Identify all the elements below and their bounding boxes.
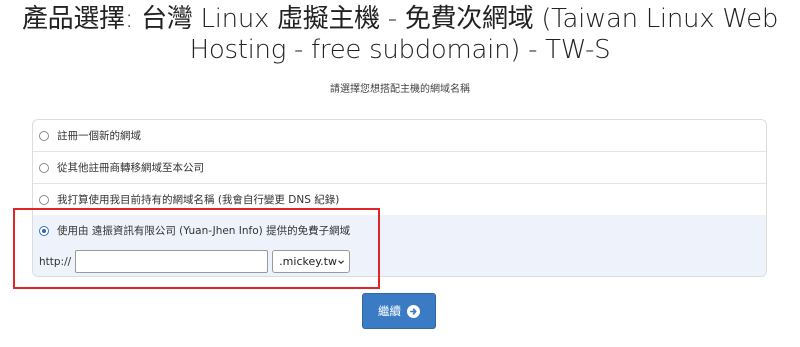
tld-selected-value: .mickey.tw — [279, 255, 337, 268]
radio-free-subdomain[interactable] — [39, 225, 49, 236]
subdomain-input[interactable] — [75, 250, 269, 273]
continue-button[interactable]: 繼續 — [362, 293, 436, 329]
continue-button-label: 繼續 — [378, 304, 401, 318]
radio-existing[interactable] — [39, 194, 49, 205]
radio-register[interactable] — [39, 130, 49, 141]
url-prefix-label: http:// — [39, 255, 72, 268]
option-free-subdomain[interactable]: 使用由 遠振資訊有限公司 (Yuan-Jhen Info) 提供的免費子網域 h… — [33, 215, 766, 276]
option-use-existing-domain[interactable]: 我打算使用我目前持有的網域名稱 (我會自行變更 DNS 紀錄) — [33, 184, 766, 216]
chevron-down-icon — [338, 259, 344, 264]
option-label: 使用由 遠振資訊有限公司 (Yuan-Jhen Info) 提供的免費子網域 — [57, 225, 351, 237]
radio-transfer[interactable] — [39, 162, 49, 173]
option-label: 從其他註冊商轉移網域至本公司 — [57, 162, 204, 174]
arrow-circle-right-icon — [407, 304, 420, 318]
page-title-line-2: Hosting - free subdomain) - TW-S — [189, 35, 611, 65]
subdomain-entry-row: http:// .mickey.tw — [39, 250, 351, 273]
option-register-new-domain[interactable]: 註冊一個新的網域 — [33, 120, 766, 152]
tld-select[interactable]: .mickey.tw — [272, 250, 351, 273]
page-title: 產品選擇: 台灣 Linux 虛擬主機 - 免費次網域 (Taiwan Linu… — [0, 4, 800, 66]
option-label: 我打算使用我目前持有的網域名稱 (我會自行變更 DNS 紀錄) — [57, 194, 340, 206]
option-transfer-domain[interactable]: 從其他註冊商轉移網域至本公司 — [33, 152, 766, 184]
page-title-line-1: 產品選擇: 台灣 Linux 虛擬主機 - 免費次網域 (Taiwan Linu… — [21, 4, 779, 34]
option-label: 註冊一個新的網域 — [57, 130, 141, 142]
domain-options-panel: 註冊一個新的網域 從其他註冊商轉移網域至本公司 我打算使用我目前持有的網域名稱 … — [32, 119, 767, 277]
page-subtitle: 請選擇您想搭配主機的網域名稱 — [330, 84, 470, 95]
